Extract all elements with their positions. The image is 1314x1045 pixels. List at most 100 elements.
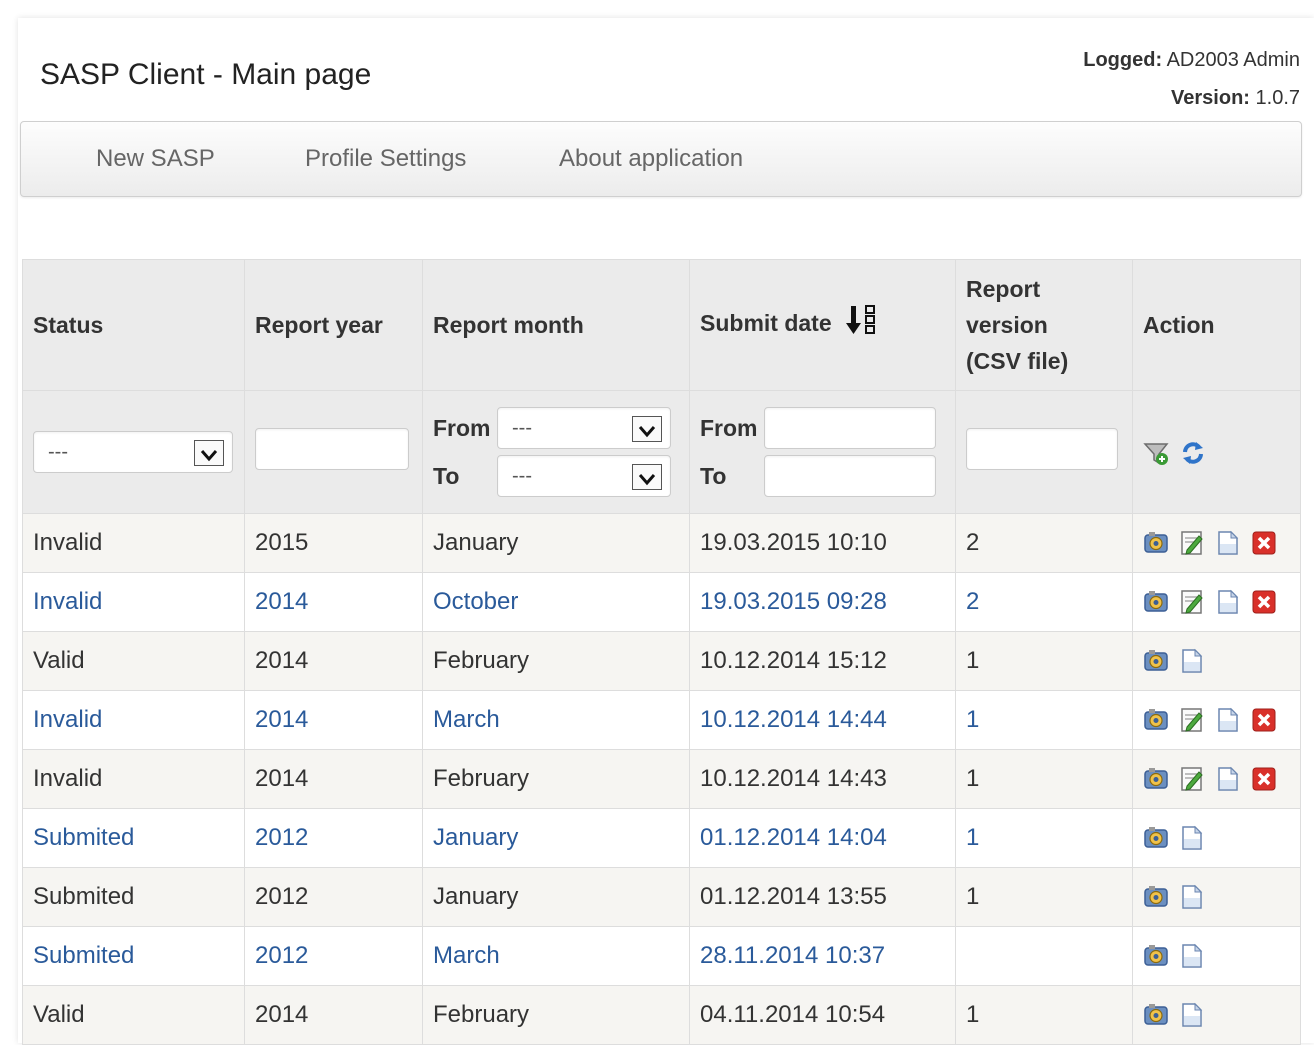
document-icon[interactable]	[1179, 825, 1205, 851]
col-version-line3: (CSV file)	[966, 348, 1069, 374]
login-info: Logged: AD2003 Admin Version: 1.0.7	[1083, 48, 1300, 124]
filter-actions	[1143, 439, 1290, 465]
delete-icon[interactable]	[1251, 589, 1277, 615]
cell-version: 1	[955, 985, 1133, 1045]
filter-status-cell: ---	[22, 390, 245, 514]
cell-actions	[1132, 867, 1301, 927]
edit-icon[interactable]	[1179, 589, 1205, 615]
cell-month: January	[422, 867, 690, 927]
cell-actions	[1132, 513, 1301, 573]
cell-status: Submited	[22, 926, 245, 986]
view-report-icon[interactable]	[1143, 943, 1169, 969]
cell-actions	[1132, 749, 1301, 809]
document-icon[interactable]	[1179, 648, 1205, 674]
view-report-icon[interactable]	[1143, 825, 1169, 851]
filter-action-cell	[1132, 390, 1301, 514]
month-to-value: ---	[512, 465, 532, 487]
document-icon[interactable]	[1215, 589, 1241, 615]
month-to-select[interactable]: ---	[497, 455, 671, 497]
submit-to-input[interactable]	[764, 455, 936, 497]
row-actions	[1143, 707, 1290, 733]
cell-status: Invalid	[22, 690, 245, 750]
delete-icon[interactable]	[1251, 707, 1277, 733]
document-icon[interactable]	[1179, 1002, 1205, 1028]
version-filter-input[interactable]	[966, 427, 1118, 470]
cell-status: Invalid	[22, 572, 245, 632]
row-actions	[1143, 766, 1290, 792]
page-title: SASP Client - Main page	[40, 58, 372, 91]
col-submit-header[interactable]: Submit date	[689, 259, 956, 391]
view-report-icon[interactable]	[1143, 766, 1169, 792]
view-report-icon[interactable]	[1143, 707, 1169, 733]
cell-month: March	[422, 926, 690, 986]
document-icon[interactable]	[1215, 766, 1241, 792]
col-version-header[interactable]: Report version (CSV file)	[955, 259, 1133, 391]
submit-to-label: To	[700, 462, 727, 489]
cell-submit: 04.11.2014 10:54	[689, 985, 956, 1045]
cell-year: 2012	[244, 867, 423, 927]
col-year-header[interactable]: Report year	[244, 259, 423, 391]
view-report-icon[interactable]	[1143, 884, 1169, 910]
view-report-icon[interactable]	[1143, 1002, 1169, 1028]
table-row[interactable]: Invalid 2014 March 10.12.2014 14:44 1	[22, 690, 1301, 750]
year-filter-input[interactable]	[255, 427, 409, 470]
version-value: 1.0.7	[1255, 87, 1300, 109]
col-month-header[interactable]: Report month	[422, 259, 690, 391]
cell-actions	[1132, 690, 1301, 750]
nav-about-application[interactable]: About application	[559, 122, 743, 196]
version-label: Version:	[1171, 87, 1250, 109]
col-version-line1: Report	[966, 276, 1041, 302]
chevron-down-icon	[632, 416, 662, 442]
submit-to-line: To	[700, 452, 945, 500]
table-row[interactable]: Submited 2012 March 28.11.2014 10:37	[22, 926, 1301, 986]
cell-year: 2014	[244, 749, 423, 809]
row-actions	[1143, 648, 1290, 674]
cell-version: 1	[955, 867, 1133, 927]
col-action-header: Action	[1132, 259, 1301, 391]
edit-icon[interactable]	[1179, 707, 1205, 733]
cell-version: 1	[955, 690, 1133, 750]
edit-icon[interactable]	[1179, 766, 1205, 792]
row-actions	[1143, 943, 1290, 969]
table-row[interactable]: Invalid 2015 January 19.03.2015 10:10 2	[22, 513, 1301, 573]
delete-icon[interactable]	[1251, 530, 1277, 556]
logged-user: AD2003 Admin	[1166, 49, 1300, 71]
cell-status: Valid	[22, 985, 245, 1045]
month-from-select[interactable]: ---	[497, 407, 671, 449]
cell-status: Invalid	[22, 749, 245, 809]
view-report-icon[interactable]	[1143, 648, 1169, 674]
status-filter-select[interactable]: ---	[33, 431, 233, 473]
table-row[interactable]: Invalid 2014 October 19.03.2015 09:28 2	[22, 572, 1301, 632]
sort-descending-icon[interactable]	[844, 303, 878, 347]
cell-month: February	[422, 985, 690, 1045]
document-icon[interactable]	[1215, 530, 1241, 556]
filter-add-icon[interactable]	[1143, 439, 1169, 465]
view-report-icon[interactable]	[1143, 589, 1169, 615]
document-icon[interactable]	[1179, 943, 1205, 969]
table-row[interactable]: Valid 2014 February 10.12.2014 15:12 1	[22, 631, 1301, 691]
document-icon[interactable]	[1215, 707, 1241, 733]
edit-icon[interactable]	[1179, 530, 1205, 556]
cell-actions	[1132, 926, 1301, 986]
filter-year-cell	[244, 390, 423, 514]
view-report-icon[interactable]	[1143, 530, 1169, 556]
cell-year: 2014	[244, 631, 423, 691]
submit-from-input[interactable]	[764, 407, 936, 449]
table-row[interactable]: Invalid 2014 February 10.12.2014 14:43 1	[22, 749, 1301, 809]
cell-version: 2	[955, 513, 1133, 573]
cell-year: 2014	[244, 572, 423, 632]
cell-month: March	[422, 690, 690, 750]
document-icon[interactable]	[1179, 884, 1205, 910]
nav-new-sasp[interactable]: New SASP	[96, 122, 215, 196]
chevron-down-icon	[194, 440, 224, 466]
refresh-icon[interactable]	[1179, 439, 1205, 465]
filter-month-cell: From --- To ---	[422, 390, 690, 514]
table-row[interactable]: Submited 2012 January 01.12.2014 14:04 1	[22, 808, 1301, 868]
table-row[interactable]: Valid 2014 February 04.11.2014 10:54 1	[22, 985, 1301, 1045]
col-status-header[interactable]: Status	[22, 259, 245, 391]
version-row: Version: 1.0.7	[1083, 86, 1300, 124]
table-row[interactable]: Submited 2012 January 01.12.2014 13:55 1	[22, 867, 1301, 927]
cell-month: February	[422, 631, 690, 691]
delete-icon[interactable]	[1251, 766, 1277, 792]
nav-profile-settings[interactable]: Profile Settings	[305, 122, 466, 196]
